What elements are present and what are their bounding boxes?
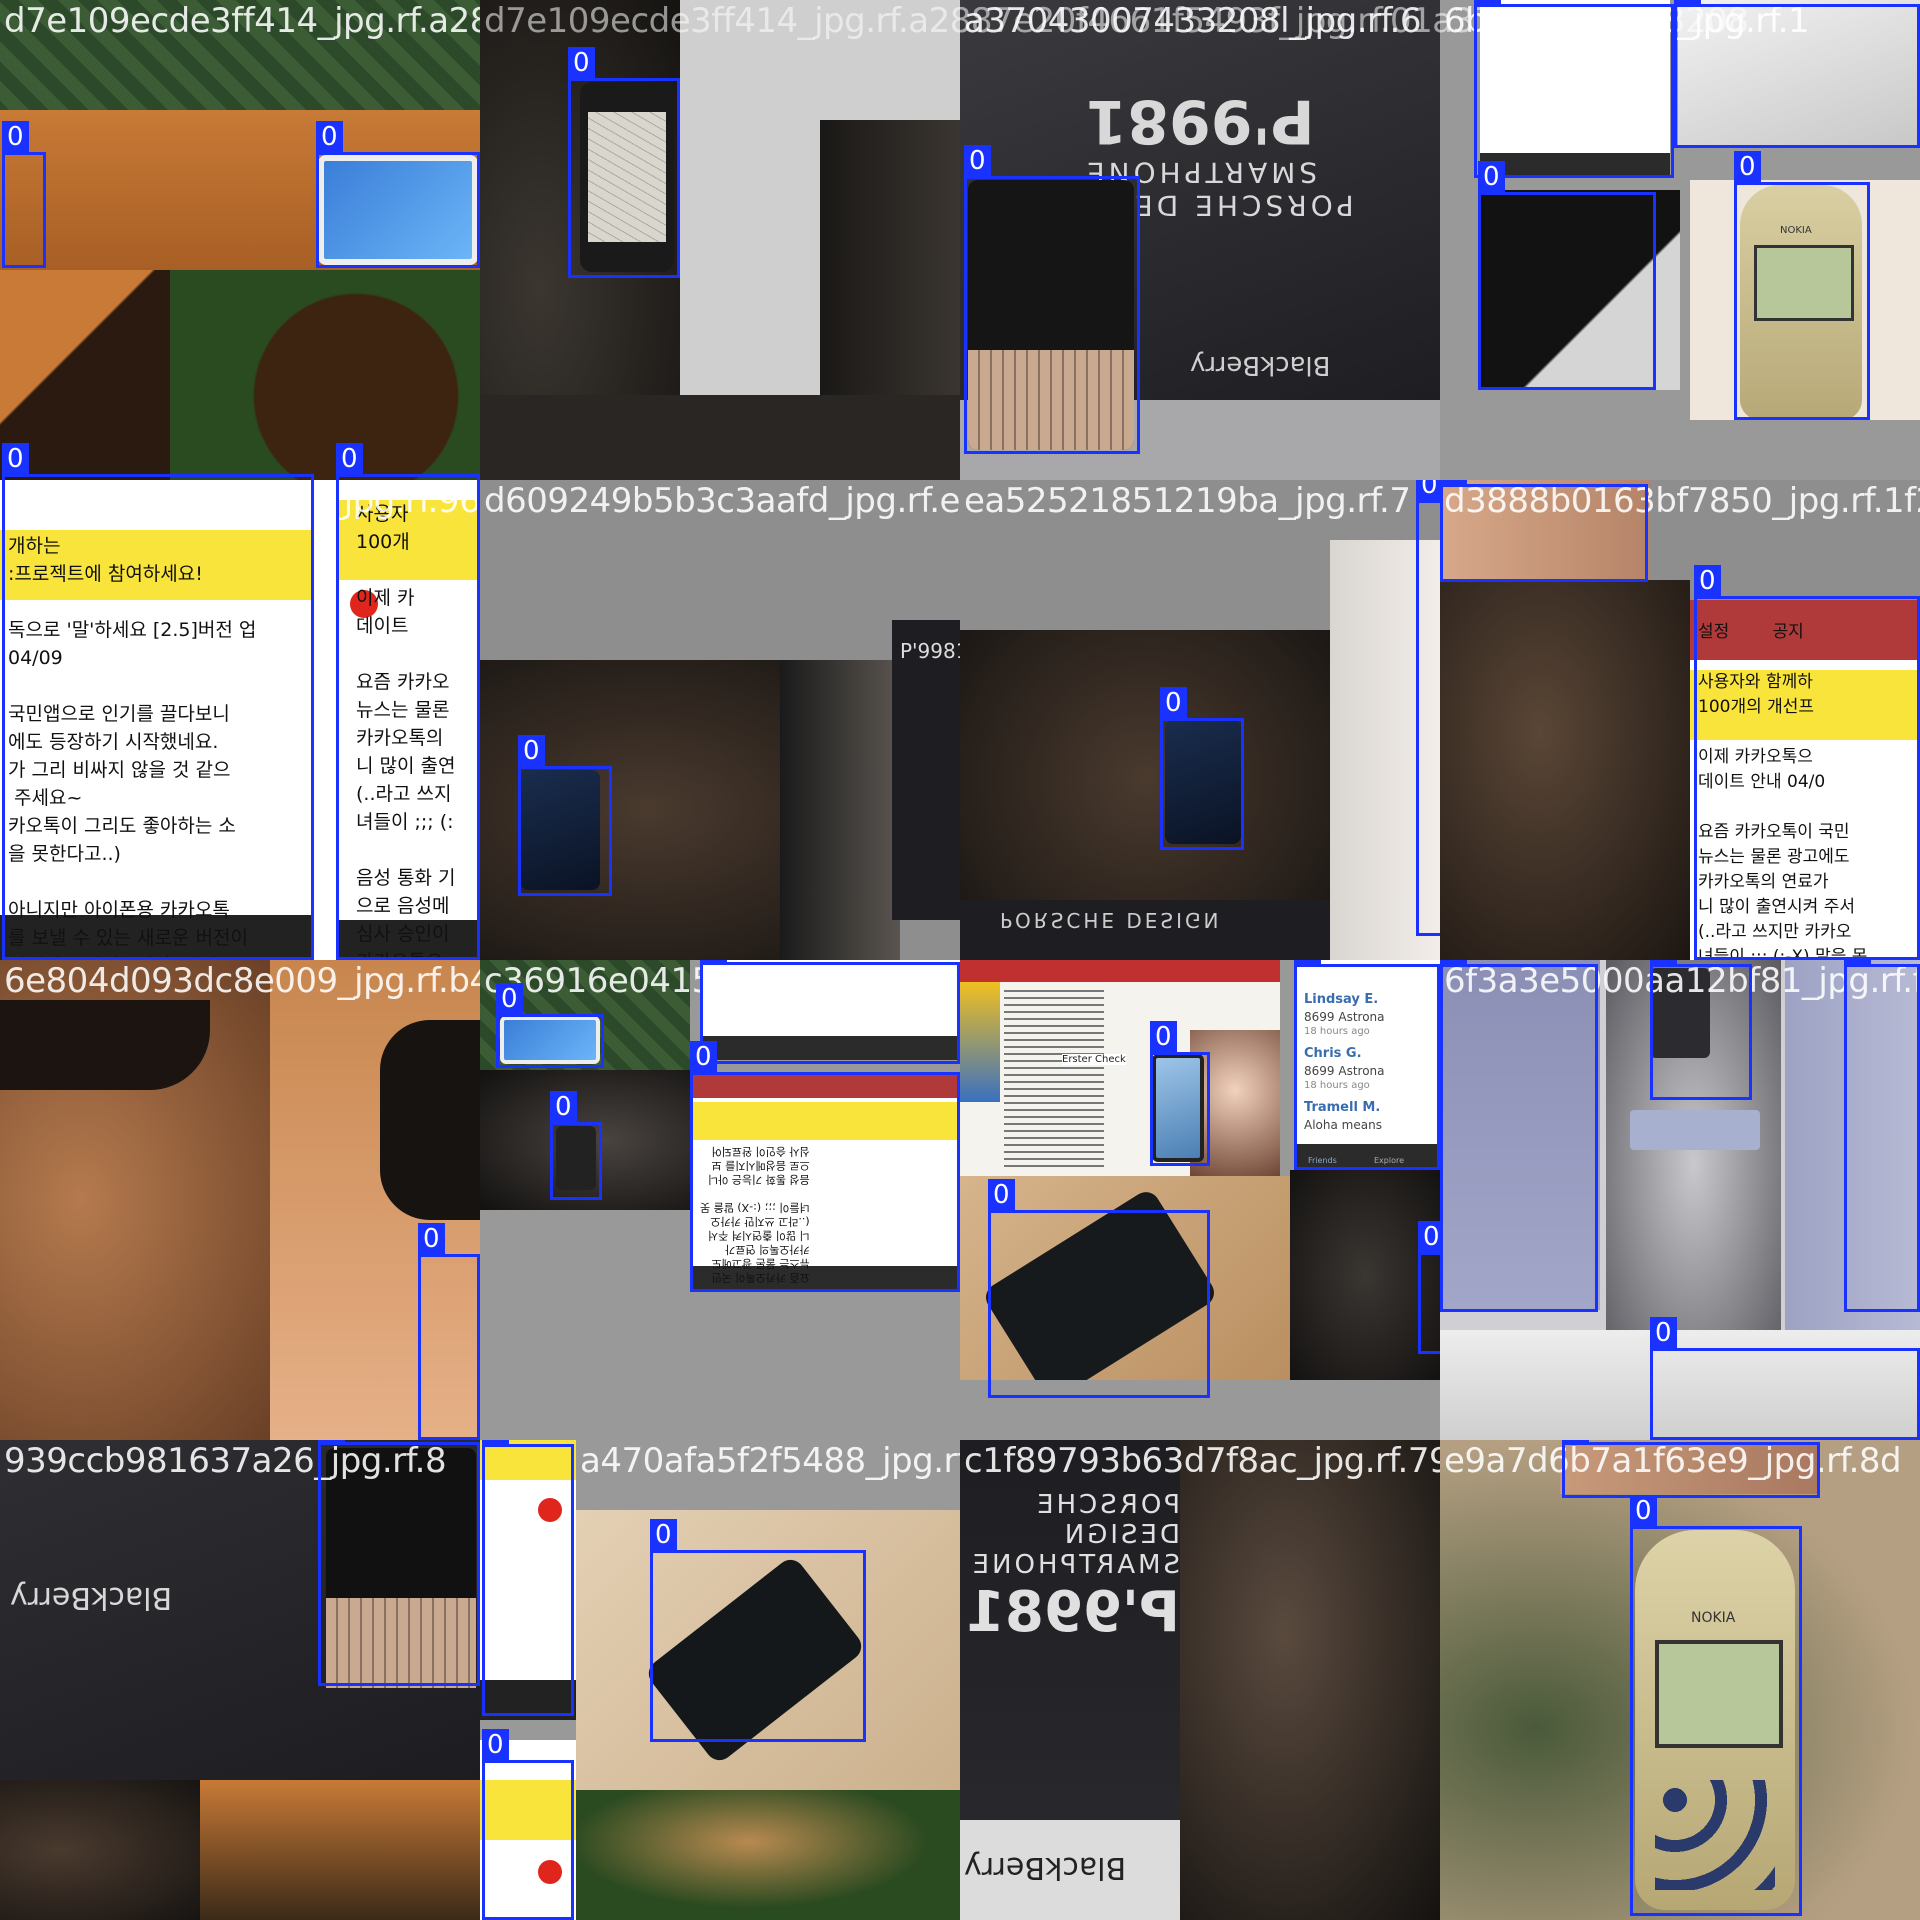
tile-8: 설정 공지 사용자와 함께하 100개의 개선프 이제 카카오톡으 데이트 안내… (1440, 480, 1920, 960)
bbox: 0 (1734, 151, 1870, 420)
bbox: 0 (1160, 687, 1244, 850)
tile-5: 개하는 :프로젝트에 참여하세요! 독으로 '말'하세요 [2.5]버전 업 0… (0, 480, 480, 960)
tile-4: NOKIA 6b64b54a4ff2_jpg.rf.1 0 0 0 0 (1440, 0, 1920, 480)
tile-filename: d609249b5b3c3aafd_jpg.rf.e9 (484, 481, 960, 521)
person-partial (0, 1780, 200, 1920)
bbox: 0 (1294, 960, 1440, 1170)
bbox: 0 (1474, 0, 1674, 178)
tile-2: 0 (480, 0, 960, 480)
bbox: 0 (964, 145, 1140, 454)
magazine-text (1004, 990, 1104, 1170)
second-person (780, 660, 900, 960)
blackberry-logo: BlackBerry (10, 1580, 173, 1615)
tile-12: 6f3a3e5000aa12bf81_jpg.rf.f2 0 0 0 0 (1440, 960, 1920, 1440)
dark-floor (480, 395, 960, 480)
porsche-box-bottom: PORSCHE DESIGN (960, 900, 1330, 960)
bbox: 0 (1562, 1440, 1820, 1498)
tile-9: 6e804d093dc8e009_jpg.rf.b4 0 (0, 960, 480, 1440)
magazine-header (960, 960, 1280, 982)
bbox: 0 (568, 47, 680, 278)
tile-filename: ea52521851219ba_jpg.rf.7 (964, 481, 1411, 521)
bbox: 0 (316, 121, 480, 268)
bbox: 0 (1694, 565, 1920, 960)
tile-6: P'9981 d609249b5b3c3aafd_jpg.rf.e9 0 (480, 480, 960, 960)
bbox: 0 (518, 735, 612, 896)
tile-filename: d7e109ecde3ff414_jpg.rf.a2887e20f4661f54… (4, 1, 480, 41)
bbox: 0 (1844, 960, 1920, 1312)
bbox: 0 (496, 983, 604, 1068)
hair-right (380, 1020, 480, 1220)
mosaic-grid: d7e109ecde3ff414_jpg.rf.a2887e20f4661f54… (0, 0, 1920, 1920)
tile-10: 설정 공지 사용자와 함께하 100개의 개선프 이제 카카오톡으 데이트 안내… (480, 960, 960, 1440)
bbox: 0 (1478, 161, 1656, 390)
blackberry-logo: BlackBerry (964, 1850, 1127, 1885)
bbox: 0 (988, 1179, 1210, 1398)
noodle-bowl (576, 1790, 960, 1920)
tile-filename: 6e804d093dc8e009_jpg.rf.b4 (4, 961, 480, 1001)
bbox: 0 (1416, 480, 1440, 936)
tile-filename: a470afa5f2f5488_jpg.rf.b6 (580, 1441, 960, 1481)
bbox: 0 (1650, 960, 1752, 1100)
tile-1: d7e109ecde3ff414_jpg.rf.a2887e20f4661f54… (0, 0, 480, 480)
bbox: 0 (1418, 1221, 1440, 1354)
blackberry-logo: BlackBerry (1190, 350, 1331, 380)
bbox: 0 (1440, 480, 1648, 582)
bbox: 0 (1650, 1317, 1920, 1440)
table-bowl (200, 1780, 480, 1920)
person-face (1180, 1440, 1440, 1920)
bbox: 0 (1674, 0, 1920, 148)
tile-7: PORSCHE DESIGN ea52521851219ba_jpg.rf.7 … (960, 480, 1440, 960)
dock-display (1630, 1110, 1760, 1150)
bbox: 0 (2, 121, 46, 268)
white-surface: BlackBerry (960, 1820, 1180, 1920)
tile-filename: c1f89793b63d7f8ac_jpg.rf.7947 (964, 1441, 1440, 1481)
bbox: 0 (1440, 960, 1598, 1312)
bbox (2, 480, 314, 960)
bbox: 0 (318, 1440, 480, 1686)
bbox: 0 (700, 960, 960, 1064)
tile-11: Erster Check Lindsay E. 8699 Astrona 18 … (960, 960, 1440, 1440)
magazine-cover (960, 982, 1000, 1102)
tile-16: NOKIA e9a7d6b7a1f63e9_jpg.rf.8d 0 0 (1440, 1440, 1920, 1920)
bbox: 0 (650, 1519, 866, 1742)
bbox: 0 (1630, 1495, 1802, 1916)
bbox: 0 (482, 1729, 574, 1920)
man-face (1440, 580, 1690, 960)
porsche-box-edge: P'9981 (892, 620, 960, 920)
bbox: 0 (418, 1223, 480, 1440)
bbox: 0 (550, 1091, 602, 1200)
tile-3: PORSCHE DESIGN SMARTPHONE P'9981 BlackBe… (960, 0, 1440, 480)
bbox (336, 480, 480, 960)
magazine-page: Erster Check (960, 960, 1280, 1180)
tile-13: BlackBerry 939ccb981637a26_jpg.rf.8 0 (0, 1440, 480, 1920)
porsche-text: PORSCHE DESIGN SMARTPHONE P'9981 (965, 1490, 1180, 1645)
noodle-bowl (170, 270, 480, 480)
bbox: 0 (690, 1041, 960, 1292)
bbox: 0 (1150, 1021, 1210, 1166)
boy-hair (0, 1000, 210, 1090)
bbox: 0 (482, 1440, 574, 1716)
tile-15: PORSCHE DESIGN SMARTPHONE P'9981 BlackBe… (960, 1440, 1440, 1920)
porsche-box: PORSCHE DESIGN SMARTPHONE P'9981 BlackBe… (960, 1440, 1180, 1920)
tile-14: a470afa5f2f5488_jpg.rf.b6 0 0 0 (480, 1440, 960, 1920)
